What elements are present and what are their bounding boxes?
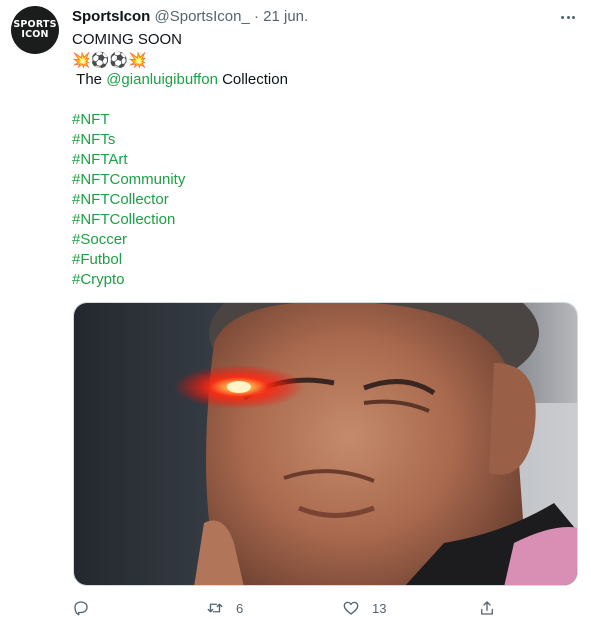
collection-suffix: Collection [222, 71, 288, 88]
more-options-icon[interactable] [556, 9, 580, 25]
tweet-date[interactable]: 21 jun. [263, 8, 308, 25]
hashtag-link[interactable]: #NFTCollector [72, 190, 572, 210]
retweet-button[interactable]: 6 [206, 596, 243, 620]
heart-icon [343, 601, 359, 615]
tweet-photo [74, 303, 577, 585]
mention-link[interactable]: @gianluigibuffon [106, 71, 218, 88]
collection-line: The @gianluigibuffon Collection [72, 70, 572, 90]
hashtag-link[interactable]: #Crypto [72, 270, 572, 290]
avatar-logo-line2: ICON [21, 29, 49, 40]
headline: COMING SOON [72, 31, 183, 48]
hashtag-link[interactable]: #NFT [72, 110, 572, 130]
retweet-count: 6 [236, 600, 244, 616]
tweet-text: COMING SOON 💥⚽⚽💥 The @gianluigibuffon Co… [72, 30, 572, 290]
hashtag-link[interactable]: #NFTs [72, 130, 572, 150]
author-name[interactable]: SportsIcon [72, 8, 150, 25]
tweet-header: SportsIcon @SportsIcon_ · 21 jun. [72, 8, 308, 25]
share-button[interactable] [478, 596, 496, 620]
tweet: SPORTS ICON SportsIcon @SportsIcon_ · 21… [0, 0, 591, 624]
hashtag-link[interactable]: #Soccer [72, 230, 572, 250]
hashtag-link[interactable]: #Futbol [72, 250, 572, 270]
author-handle[interactable]: @SportsIcon_ [155, 8, 250, 25]
avatar[interactable]: SPORTS ICON [11, 6, 59, 54]
retweet-icon [207, 603, 223, 613]
like-count: 13 [372, 600, 387, 616]
emoji-row: 💥⚽⚽💥 [72, 51, 147, 69]
reply-icon [74, 601, 88, 616]
reply-button[interactable] [72, 596, 90, 620]
hashtag-link[interactable]: #NFTCollection [72, 210, 572, 230]
like-button[interactable]: 13 [342, 596, 386, 620]
hashtag-link[interactable]: #NFTArt [72, 150, 572, 170]
share-icon [481, 601, 493, 615]
tweet-actions: 6 13 [72, 596, 572, 620]
collection-prefix: The [76, 71, 103, 88]
header-separator: · [253, 8, 259, 25]
hashtag-link[interactable]: #NFTCommunity [72, 170, 572, 190]
tweet-image[interactable] [73, 302, 578, 586]
